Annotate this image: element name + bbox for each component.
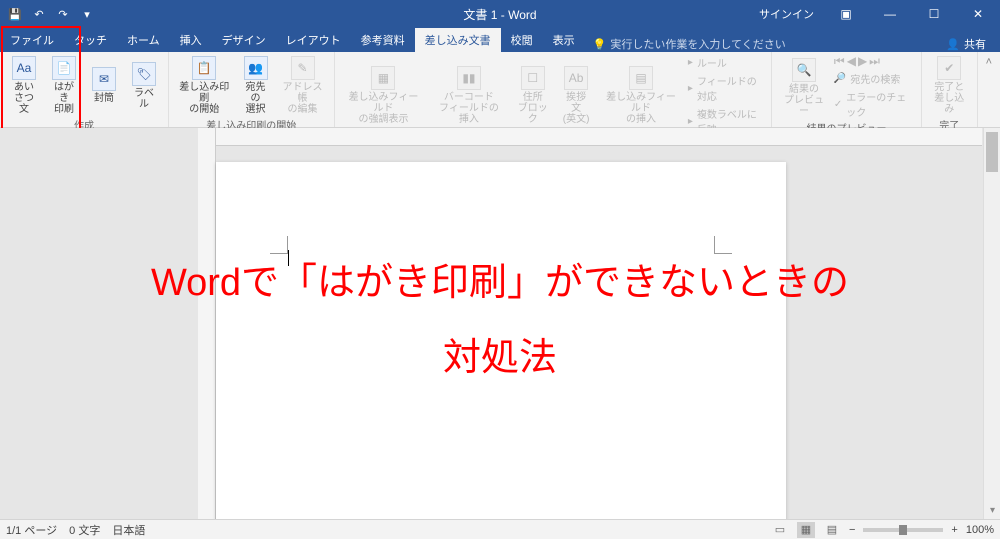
status-right: ▭ ▦ ▤ − + 100% [771,522,994,538]
language-indicator[interactable]: 日本語 [112,522,145,538]
greeting-line-button[interactable]: Ab挨拶文 (英文) [558,64,594,127]
vertical-ruler[interactable] [198,128,216,519]
find-recipient-button[interactable]: 🔎 宛先の検索 [834,70,915,87]
first-record-icon[interactable]: ⏮ [834,54,845,69]
group-preview: 🔍結果の プレビュー ⏮ ◀ ▶ ⏭ 🔎 宛先の検索 ✓ エラーのチェック 結果… [772,52,922,127]
next-record-icon[interactable]: ▶ [858,54,867,69]
barcode-icon: ▮▮ [457,66,481,90]
finish-icon: ✔ [937,56,961,80]
tab-home[interactable]: ホーム [117,28,170,52]
statusbar: 1/1 ページ 0 文字 日本語 ▭ ▦ ▤ − + 100% [0,519,1000,539]
share-button[interactable]: 👤 共有 [932,36,1000,52]
redo-icon[interactable]: ↷ [52,3,74,25]
ribbon-display-options-icon[interactable]: ▣ [824,0,868,28]
annotation-text-line1: Wordで「はがき印刷」ができないときの [0,255,1000,312]
envelope-icon: ✉ [92,67,116,91]
envelope-button[interactable]: ✉封筒 [86,65,122,106]
horizontal-ruler[interactable] [216,128,982,146]
insert-merge-field-button[interactable]: ▤差し込みフィールド の挿入 [598,64,684,127]
tab-mailings[interactable]: 差し込み文書 [415,28,501,52]
preview-stack: ⏮ ◀ ▶ ⏭ 🔎 宛先の検索 ✓ エラーのチェック [834,54,915,120]
rules-button[interactable]: ▸ ルール [688,54,765,71]
collapse-ribbon-icon[interactable]: ˄ [978,52,1000,127]
annotation-text-line2: 対処法 [0,330,1000,387]
window-title: 文書 1 - Word [463,6,536,23]
zoom-out-icon[interactable]: − [849,524,855,536]
zoom-percent[interactable]: 100% [966,524,994,536]
tab-references[interactable]: 参考資料 [351,28,415,52]
start-merge-icon: 📋 [192,56,216,80]
ribbon: Aaあいさつ 文 📄はがき 印刷 ✉封筒 🏷ラベル 作成 📋差し込み印刷 の開始… [0,52,1000,128]
read-mode-icon[interactable]: ▭ [771,522,789,538]
tab-view[interactable]: 表示 [543,28,585,52]
preview-results-button[interactable]: 🔍結果の プレビュー [778,56,830,119]
page-count[interactable]: 1/1 ページ [6,522,57,538]
ribbon-tabs: ファイル タッチ ホーム 挿入 デザイン レイアウト 参考資料 差し込み文書 校… [0,28,1000,52]
label-button[interactable]: 🏷ラベル [126,60,162,112]
share-icon: 👤 [946,38,960,51]
insert-field-icon: ▤ [629,66,653,90]
barcode-field-button[interactable]: ▮▮バーコード フィールドの挿入 [430,64,507,127]
web-layout-icon[interactable]: ▤ [823,522,841,538]
tab-layout[interactable]: レイアウト [276,28,351,52]
address-icon: ☐ [521,66,545,90]
match-fields-button[interactable]: ▸ フィールドの対応 [688,72,765,104]
scroll-down-icon[interactable]: ▾ [984,502,1000,519]
group-write-insert: ▦差し込みフィールド の強調表示 ▮▮バーコード フィールドの挿入 ☐住所 ブロ… [335,52,772,127]
signin-button[interactable]: サインイン [749,6,824,22]
share-label: 共有 [964,36,986,52]
last-record-icon[interactable]: ⏭ [869,54,880,69]
document-area: ▴ ▾ [0,128,1000,519]
select-recipients-button[interactable]: 👥宛先の 選択 [238,54,274,117]
print-layout-icon[interactable]: ▦ [797,522,815,538]
word-count[interactable]: 0 文字 [69,522,100,538]
tab-insert[interactable]: 挿入 [170,28,212,52]
status-left: 1/1 ページ 0 文字 日本語 [6,522,145,538]
tell-me-placeholder: 実行したい作業を入力してください [610,36,785,52]
maximize-icon[interactable]: ☐ [912,0,956,28]
zoom-slider[interactable] [863,528,943,532]
qat-dropdown-icon[interactable]: ▾ [76,3,98,25]
crop-mark-tr [714,236,732,254]
quick-access-toolbar: 💾 ↶ ↷ ▾ [0,3,98,25]
start-merge-button[interactable]: 📋差し込み印刷 の開始 [175,54,234,117]
recipients-icon: 👥 [244,56,268,80]
close-icon[interactable]: ✕ [956,0,1000,28]
annotation-red-box [1,26,81,132]
check-errors-button[interactable]: ✓ エラーのチェック [834,88,915,120]
finish-merge-button[interactable]: ✔完了と 差し込み [928,54,971,117]
minimize-icon[interactable]: — [868,0,912,28]
tab-review[interactable]: 校閲 [501,28,543,52]
prev-record-icon[interactable]: ◀ [847,54,856,69]
zoom-slider-knob[interactable] [899,525,907,535]
highlight-fields-button[interactable]: ▦差し込みフィールド の強調表示 [341,64,427,127]
label-icon: 🏷 [132,62,156,86]
scrollbar-thumb[interactable] [986,132,998,172]
lightbulb-icon: 💡 [593,38,607,51]
highlight-icon: ▦ [371,66,395,90]
undo-icon[interactable]: ↶ [28,3,50,25]
window-controls: サインイン ▣ — ☐ ✕ [749,0,1000,28]
preview-icon: 🔍 [792,58,816,82]
group-start-merge: 📋差し込み印刷 の開始 👥宛先の 選択 ✎アドレス帳 の編集 差し込み印刷の開始 [169,52,335,127]
group-finish: ✔完了と 差し込み 完了 [922,52,978,127]
rules-stack: ▸ ルール ▸ フィールドの対応 ▸ 複数ラベルに反映 [688,54,765,137]
address-block-button[interactable]: ☐住所 ブロック [511,64,554,127]
crop-mark-tl [270,236,288,254]
tell-me-search[interactable]: 💡 実行したい作業を入力してください [585,36,794,52]
zoom-in-icon[interactable]: + [951,524,957,536]
titlebar: 💾 ↶ ↷ ▾ 文書 1 - Word サインイン ▣ — ☐ ✕ [0,0,1000,28]
edit-recipient-list-button[interactable]: ✎アドレス帳 の編集 [278,54,328,117]
edit-list-icon: ✎ [291,56,315,80]
record-nav: ⏮ ◀ ▶ ⏭ [834,54,915,69]
vertical-scrollbar[interactable]: ▴ ▾ [983,128,1000,519]
tab-design[interactable]: デザイン [212,28,276,52]
greeting-icon: Ab [564,66,588,90]
save-icon[interactable]: 💾 [4,3,26,25]
